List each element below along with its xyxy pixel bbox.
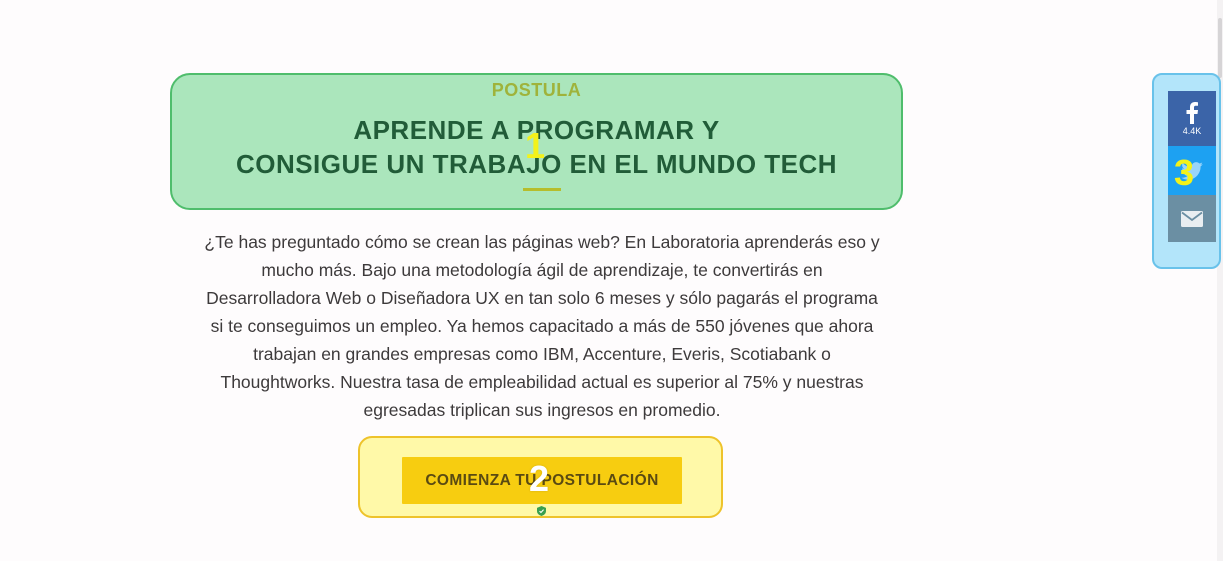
annotation-marker-3: 3 [1174, 152, 1195, 193]
intro-line: Thoughtworks. Nuestra tasa de empleabili… [220, 372, 864, 392]
intro-line: egresadas triplican sus ingresos en prom… [363, 400, 721, 420]
scrollbar-thumb[interactable] [1218, 18, 1222, 78]
intro-line: trabajan en grandes empresas como IBM, A… [253, 344, 831, 364]
intro-paragraph: ¿Te has preguntado cómo se crean las pág… [152, 228, 932, 424]
annotation-marker-2: 2 [529, 458, 550, 499]
email-share-button[interactable] [1168, 195, 1216, 242]
facebook-share-button[interactable]: 4.4K [1168, 91, 1216, 146]
intro-line: mucho más. Bajo una metodología ágil de … [261, 260, 823, 280]
annotation-marker-1: 1 [525, 125, 546, 166]
intro-line: ¿Te has preguntado cómo se crean las pág… [204, 232, 880, 252]
facebook-icon [1186, 101, 1198, 124]
facebook-share-count: 4.4K [1182, 125, 1202, 136]
email-icon [1181, 210, 1203, 227]
title-underline-divider [523, 188, 561, 191]
intro-line: si te conseguimos un empleo. Ya hemos ca… [210, 316, 874, 336]
section-kicker: POSTULA [491, 80, 582, 100]
intro-line: Desarrolladora Web o Diseñadora UX en ta… [206, 288, 878, 308]
shield-icon [537, 506, 546, 516]
